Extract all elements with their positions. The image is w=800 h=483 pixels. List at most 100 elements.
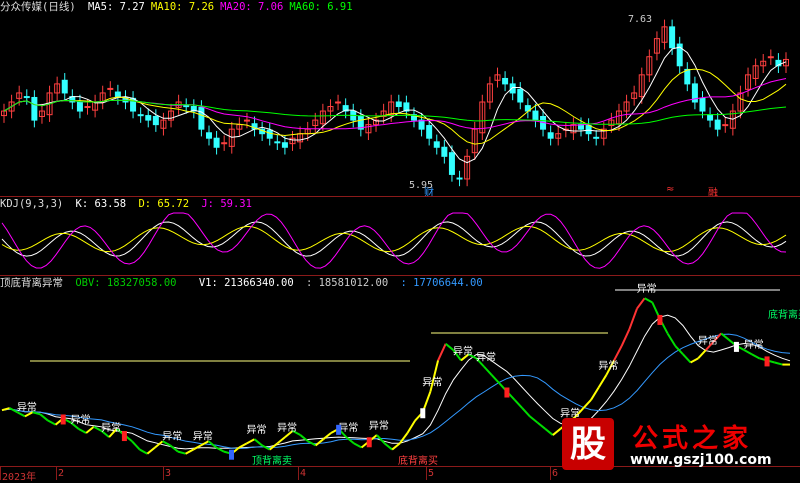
candle-body — [767, 56, 774, 59]
obv-segment — [582, 399, 592, 409]
abnormal-label: 异常 — [277, 421, 297, 434]
candle-body — [426, 125, 433, 139]
obv-segment — [666, 332, 677, 347]
candle-body — [76, 101, 83, 112]
candle-body — [198, 106, 205, 130]
obv-segment — [246, 438, 255, 445]
obv-segment — [85, 425, 95, 434]
obv-segment — [751, 353, 760, 360]
obv-segment — [437, 343, 447, 361]
bottom-divergence-label: 底背离买 — [398, 454, 438, 466]
candle-body — [532, 110, 539, 121]
abnormal-label: 异常 — [598, 359, 618, 372]
abnormal-label: 异常 — [162, 429, 182, 442]
candle-body — [205, 132, 212, 139]
logo-url: www.gszj100.com — [630, 452, 772, 468]
candle-body — [502, 77, 509, 85]
obv-segment — [682, 353, 692, 364]
candle-body — [183, 105, 190, 108]
kdj-j-line — [1, 212, 787, 269]
site-logo[interactable]: 股 公式之家 www.gszj100.com — [562, 418, 798, 476]
candle-body — [448, 152, 455, 175]
candle-body — [433, 141, 440, 148]
abnormal-label: 异常 — [637, 282, 657, 295]
obv-segment — [238, 442, 248, 449]
candle-body — [145, 115, 152, 121]
x-axis-tick: 4 — [300, 468, 307, 479]
abnormal-label: 异常 — [369, 419, 389, 432]
candle-body — [547, 132, 554, 139]
ma20-line — [3, 78, 787, 130]
candle-body — [281, 142, 288, 148]
obv-segment — [636, 297, 646, 310]
obv-segment — [406, 420, 416, 434]
candle-body — [213, 137, 220, 148]
x-axis-tick: 2023年 — [2, 472, 37, 483]
obv-segment — [78, 427, 87, 434]
x-axis-tick: 2 — [58, 468, 65, 479]
logo-name: 公式之家 — [632, 424, 753, 454]
kdj-chart — [1, 212, 787, 269]
signal-bar — [733, 341, 739, 352]
signal-bar — [366, 437, 372, 448]
candle-body — [418, 119, 425, 130]
candle-body — [137, 114, 144, 117]
ma10-line — [3, 68, 787, 145]
obv-segment — [383, 442, 393, 451]
abnormal-label: 异常 — [193, 429, 213, 442]
event-badge-right-a[interactable]: ≈ — [666, 184, 674, 195]
candle-body — [699, 97, 706, 112]
logo-glyph: 股 — [562, 418, 614, 470]
abnormal-label: 异常 — [698, 334, 718, 347]
signal-bar — [764, 356, 770, 367]
signal-bar — [657, 314, 663, 325]
obv-segment — [690, 357, 699, 364]
candle-body — [722, 124, 729, 127]
obv-segment — [276, 436, 286, 445]
abnormal-label: 异常 — [744, 338, 764, 351]
x-axis-tick: 5 — [428, 468, 435, 479]
obv-segment — [490, 374, 501, 384]
candle-body — [31, 96, 38, 121]
abnormal-label: 异常 — [453, 344, 473, 357]
obv-segment — [552, 428, 562, 436]
x-axis-tick-mark — [426, 466, 427, 480]
candle-body — [61, 79, 68, 94]
abnormal-label: 异常 — [422, 376, 442, 389]
obv-segment — [613, 345, 623, 361]
candle-body — [684, 68, 691, 85]
candle-body — [23, 96, 30, 99]
obv-segment — [169, 444, 179, 453]
obv-segment — [628, 308, 638, 330]
candle-body — [707, 114, 714, 121]
abnormal-label: 异常 — [17, 400, 37, 413]
obv-segment — [391, 442, 401, 451]
obv-segment — [146, 446, 156, 455]
obv-segment — [544, 428, 554, 436]
x-axis-tick-mark — [550, 466, 551, 480]
ma5-line — [3, 46, 787, 164]
candle-body — [335, 101, 342, 104]
candle-body — [669, 26, 676, 49]
candle-body — [456, 177, 463, 180]
signal-bar — [504, 387, 510, 398]
candle-body — [274, 141, 281, 144]
signal-bar — [336, 424, 342, 435]
obv-segment — [177, 450, 186, 455]
abnormal-label: 异常 — [101, 421, 121, 434]
price-panel: 分众传媒(日线) MA5: 7.27 MA10: 7.26 MA20: 7.06 MA… — [0, 0, 800, 199]
candle-body — [517, 88, 524, 103]
obv-segment — [353, 442, 363, 449]
signal-bar — [121, 431, 127, 442]
obv-segment — [131, 440, 141, 451]
obv-segment — [513, 399, 523, 409]
obv-segment — [597, 374, 608, 388]
obv-segment — [697, 349, 707, 360]
abnormal-label: 异常 — [71, 413, 91, 426]
obv-segment — [39, 413, 49, 422]
candle-body — [714, 119, 721, 130]
candle-body — [152, 115, 159, 126]
obv-segment — [644, 297, 653, 304]
obv-segment — [774, 361, 783, 366]
obv-segment — [521, 407, 531, 418]
